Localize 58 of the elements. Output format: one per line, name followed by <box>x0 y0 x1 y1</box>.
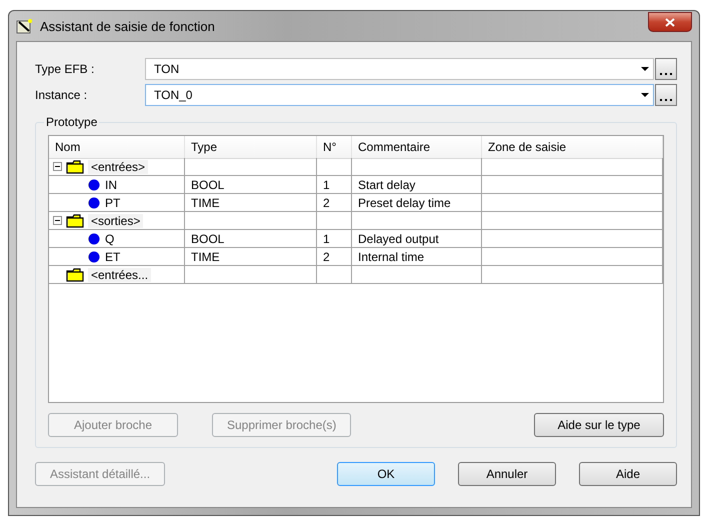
table-cell: 1 <box>317 176 352 194</box>
column-header[interactable]: N° <box>317 136 352 159</box>
browse-button[interactable] <box>655 58 677 80</box>
combo-field[interactable]: TON <box>145 58 654 80</box>
window-title: Assistant de saisie de fonction <box>40 18 216 34</box>
folder-icon <box>66 214 84 228</box>
group-name[interactable]: <entrées... <box>88 268 152 282</box>
field-label: Type EFB : <box>35 62 96 76</box>
dialog-button[interactable]: OK <box>337 462 435 486</box>
table-cell: Preset delay time <box>352 194 482 212</box>
table-cell: Delayed output <box>352 230 482 248</box>
close-icon <box>665 18 675 26</box>
column-header[interactable]: Type <box>185 136 317 159</box>
table-cell: 2 <box>317 194 352 212</box>
pin-name: PT <box>105 196 120 210</box>
table-cell: TIME <box>185 194 317 212</box>
table-cell: TIME <box>185 248 317 266</box>
dropdown-arrow-icon[interactable] <box>641 67 649 71</box>
pin-name: Q <box>105 232 114 246</box>
combo-field[interactable]: TON_0 <box>145 84 654 106</box>
table-cell: 2 <box>317 248 352 266</box>
column-header[interactable]: Commentaire <box>352 136 482 159</box>
table-cell[interactable] <box>482 230 663 248</box>
table-cell: Start delay <box>352 176 482 194</box>
group-title: Prototype <box>44 115 100 129</box>
group-name[interactable]: <sorties> <box>88 214 144 228</box>
pin-name: ET <box>105 250 120 264</box>
table-cell <box>317 266 352 284</box>
browse-button[interactable] <box>655 84 677 106</box>
column-header[interactable]: Zone de saisie <box>482 136 663 159</box>
table-cell: BOOL <box>185 176 317 194</box>
table-cell <box>317 212 352 230</box>
folder-icon <box>66 160 84 174</box>
folder-icon <box>66 268 84 282</box>
collapse-toggle[interactable] <box>53 216 62 225</box>
dialog-button[interactable]: Annuler <box>458 462 556 486</box>
dialog-button[interactable]: Aide <box>579 462 677 486</box>
table-cell[interactable] <box>482 266 663 284</box>
table-cell[interactable] <box>482 248 663 266</box>
action-button[interactable]: Aide sur le type <box>534 413 664 437</box>
table-cell[interactable] <box>482 194 663 212</box>
pin-name: IN <box>105 178 117 192</box>
collapse-toggle[interactable] <box>53 162 62 171</box>
table-cell: BOOL <box>185 230 317 248</box>
table-cell: 1 <box>317 230 352 248</box>
close-button[interactable] <box>648 12 692 32</box>
dropdown-arrow-icon[interactable] <box>641 93 649 97</box>
table-cell[interactable] <box>482 212 663 230</box>
ellipsis-icon <box>659 72 673 76</box>
ellipsis-icon <box>659 98 673 102</box>
group-name[interactable]: <entrées> <box>88 160 148 174</box>
table-cell[interactable] <box>482 176 663 194</box>
table-cell <box>317 158 352 176</box>
table-cell[interactable] <box>482 158 663 176</box>
column-header[interactable]: Nom <box>49 136 185 159</box>
field-label: Instance : <box>35 88 88 102</box>
table-cell: Internal time <box>352 248 482 266</box>
wand-icon <box>16 18 34 34</box>
